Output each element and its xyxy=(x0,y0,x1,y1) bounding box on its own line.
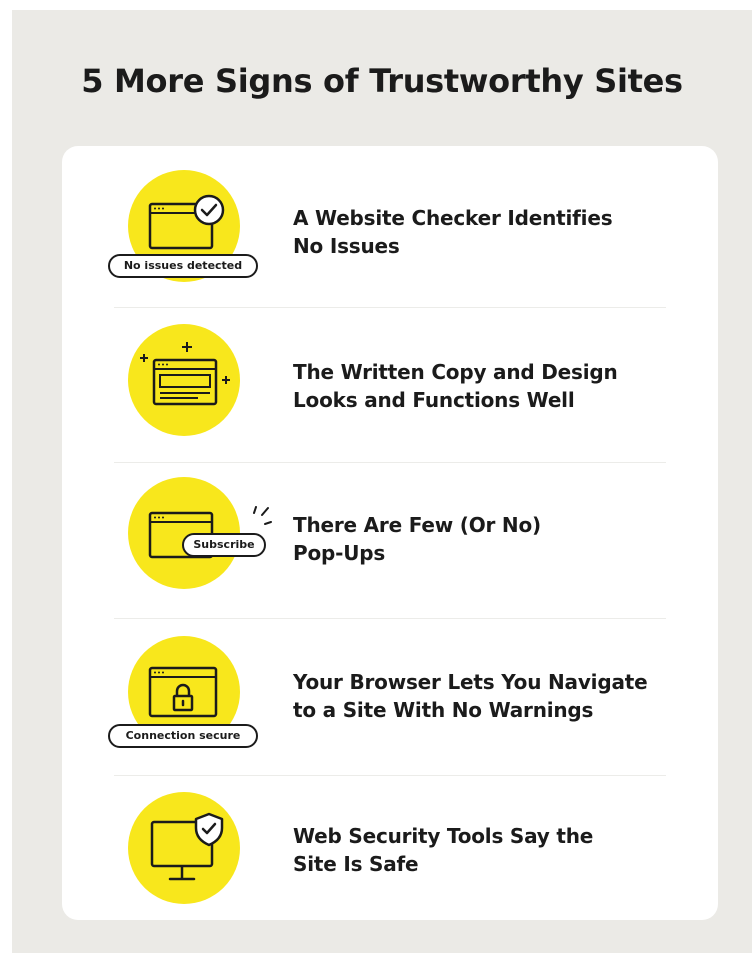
sign-text-line: No Issues xyxy=(293,234,400,258)
divider xyxy=(114,462,666,463)
icon-container: Subscribe xyxy=(108,477,272,595)
divider xyxy=(114,618,666,619)
sign-item-copy-design: The Written Copy and Design Looks and Fu… xyxy=(62,324,718,474)
sign-text: The Written Copy and Design Looks and Fu… xyxy=(293,358,693,414)
sign-text-line: to a Site With No Warnings xyxy=(293,698,594,722)
sign-item-browser-warnings: Connection secure Your Browser Lets You … xyxy=(62,636,718,786)
infographic: 5 More Signs of Trustworthy Sites No iss… xyxy=(12,10,752,953)
sign-item-popups: Subscribe There Are Few (Or No) Pop-Ups xyxy=(62,477,718,627)
sign-text-line: There Are Few (Or No) xyxy=(293,513,541,537)
browser-sparkle-icon xyxy=(128,324,240,436)
divider xyxy=(114,307,666,308)
icon-container: No issues detected xyxy=(108,170,258,288)
sign-text-line: Looks and Functions Well xyxy=(293,388,575,412)
page-title: 5 More Signs of Trustworthy Sites xyxy=(81,62,683,100)
sign-text-line: The Written Copy and Design xyxy=(293,360,618,384)
status-badge: Connection secure xyxy=(108,724,258,748)
sign-text: There Are Few (Or No) Pop-Ups xyxy=(293,511,693,567)
monitor-shield-icon xyxy=(128,792,240,904)
status-badge: No issues detected xyxy=(108,254,258,278)
sign-text: Web Security Tools Say the Site Is Safe xyxy=(293,822,693,878)
sign-text: A Website Checker Identifies No Issues xyxy=(293,204,693,260)
subscribe-popup-button: Subscribe xyxy=(182,533,266,557)
sign-item-website-checker: No issues detected A Website Checker Ide… xyxy=(62,170,718,320)
sign-text-line: Web Security Tools Say the xyxy=(293,824,594,848)
icon-container xyxy=(108,324,258,442)
icon-container: Connection secure xyxy=(108,636,258,754)
sign-text: Your Browser Lets You Navigate to a Site… xyxy=(293,668,693,724)
divider xyxy=(114,775,666,776)
sign-text-line: Pop-Ups xyxy=(293,541,386,565)
signs-card: No issues detected A Website Checker Ide… xyxy=(62,146,718,920)
sign-item-security-tools: Web Security Tools Say the Site Is Safe xyxy=(62,792,718,942)
sign-text-line: Your Browser Lets You Navigate xyxy=(293,670,648,694)
sign-text-line: Site Is Safe xyxy=(293,852,419,876)
sign-text-line: A Website Checker Identifies xyxy=(293,206,613,230)
icon-container xyxy=(108,792,258,910)
